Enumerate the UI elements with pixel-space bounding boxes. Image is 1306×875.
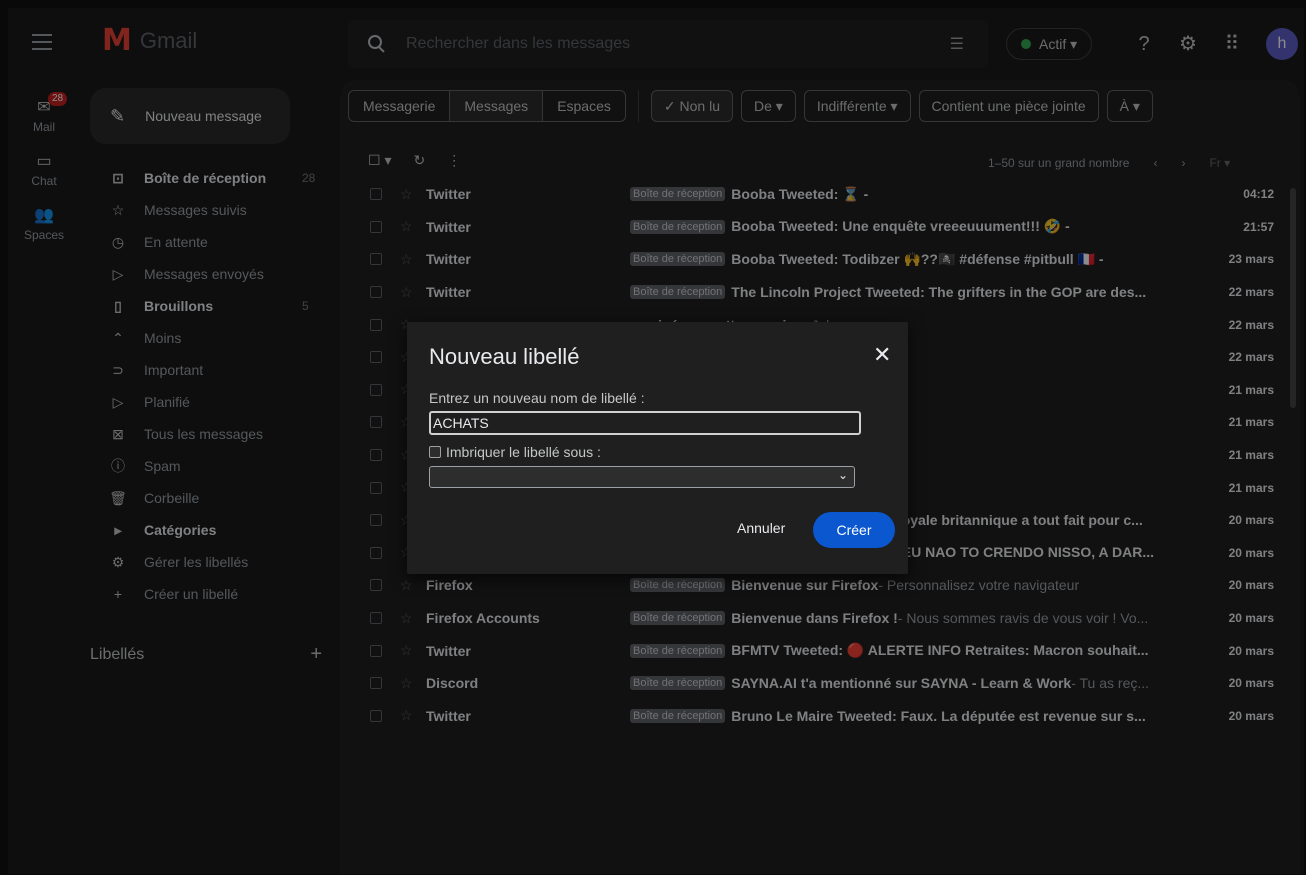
new-label-dialog: Nouveau libellé ✕ Entrez un nouveau nom … bbox=[407, 322, 908, 574]
nest-label-option[interactable]: Imbriquer le libellé sous : bbox=[429, 444, 601, 460]
close-icon[interactable]: ✕ bbox=[873, 342, 891, 368]
parent-label-select[interactable]: ⌄ bbox=[429, 466, 855, 488]
create-button[interactable]: Créer bbox=[813, 512, 895, 548]
nest-label-checkbox[interactable] bbox=[429, 446, 441, 458]
label-name-caption: Entrez un nouveau nom de libellé : bbox=[429, 390, 645, 406]
cancel-button[interactable]: Annuler bbox=[737, 520, 785, 536]
dialog-title: Nouveau libellé bbox=[429, 344, 580, 369]
chevron-down-icon: ⌄ bbox=[837, 468, 848, 482]
nest-label-caption: Imbriquer le libellé sous : bbox=[446, 444, 601, 460]
label-name-input[interactable] bbox=[429, 411, 861, 435]
